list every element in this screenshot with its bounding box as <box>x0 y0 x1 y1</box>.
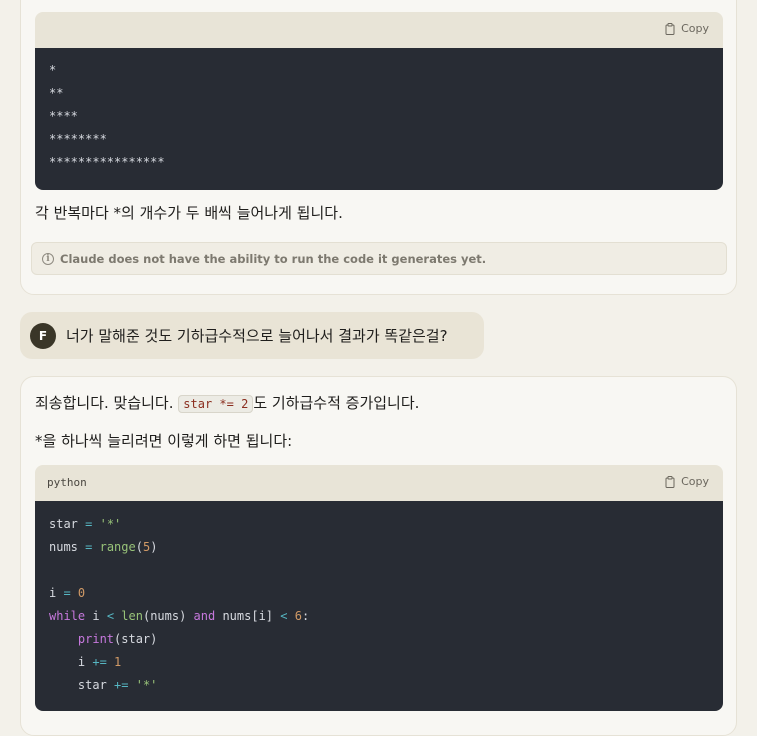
code-language-label: python <box>47 476 87 489</box>
copy-label: Copy <box>681 475 709 488</box>
response-line-2: *을 하나씩 늘리려면 이렇게 하면 됩니다: <box>35 432 293 450</box>
inline-code: star *= 2 <box>178 395 254 413</box>
code-line: while i < len(nums) and nums[i] < 6: <box>49 609 310 623</box>
code-block-header: python Copy <box>35 465 723 501</box>
assistant-message-1: Copy * ** **** ******** **************** 각 반… <box>20 0 737 295</box>
code-line: i = 0 <box>49 586 86 600</box>
assistant-message-2: 죄송합니다. 맞습니다. star *= 2도 기하급수적 증가입니다. *을 … <box>20 376 737 736</box>
code-block-header: Copy <box>35 12 723 48</box>
disclaimer-text: Claude does not have the ability to run … <box>60 251 487 266</box>
copy-button[interactable]: Copy <box>665 22 709 35</box>
info-icon: i <box>42 252 54 265</box>
copy-icon <box>665 475 675 488</box>
code-line: star += '*' <box>49 678 158 692</box>
disclaimer-notice: i Claude does not have the ability to ru… <box>31 242 727 275</box>
code-block-output: Copy * ** **** ******** **************** <box>35 12 723 190</box>
copy-icon <box>665 22 675 35</box>
code-line: ******** <box>49 132 107 146</box>
response-line-1: 죄송합니다. 맞습니다. star *= 2도 기하급수적 증가입니다. <box>35 392 419 413</box>
user-message: F 너가 말해준 것도 기하급수적으로 늘어나서 결과가 똑같은걸? <box>20 312 484 359</box>
code-line: * <box>49 63 57 77</box>
response-text: 죄송합니다. 맞습니다. <box>35 394 179 412</box>
code-line: print(star) <box>77 632 158 646</box>
explanation-text: 각 반복마다 *의 개수가 두 배씩 늘어나게 됩니다. <box>35 204 343 222</box>
user-message-text: 너가 말해준 것도 기하급수적으로 늘어나서 결과가 똑같은걸? <box>66 327 448 345</box>
code-line: i += 1 <box>49 655 122 669</box>
code-line: **************** <box>49 155 165 169</box>
code-body: * ** **** ******** **************** <box>35 48 723 190</box>
avatar: F <box>30 322 56 349</box>
copy-button[interactable]: Copy <box>665 475 709 488</box>
code-line: **** <box>49 109 78 123</box>
response-text: 도 기하급수적 증가입니다. <box>253 394 420 412</box>
code-body: star = '*' nums = range(5) i = 0 while i <… <box>35 501 723 711</box>
code-line: ** <box>49 86 64 100</box>
code-block-python: python Copy star = '*' nums = range(5) i … <box>35 465 723 711</box>
copy-label: Copy <box>681 22 709 35</box>
code-line: nums = range(5) <box>49 540 158 554</box>
code-line: star = '*' <box>49 517 122 531</box>
